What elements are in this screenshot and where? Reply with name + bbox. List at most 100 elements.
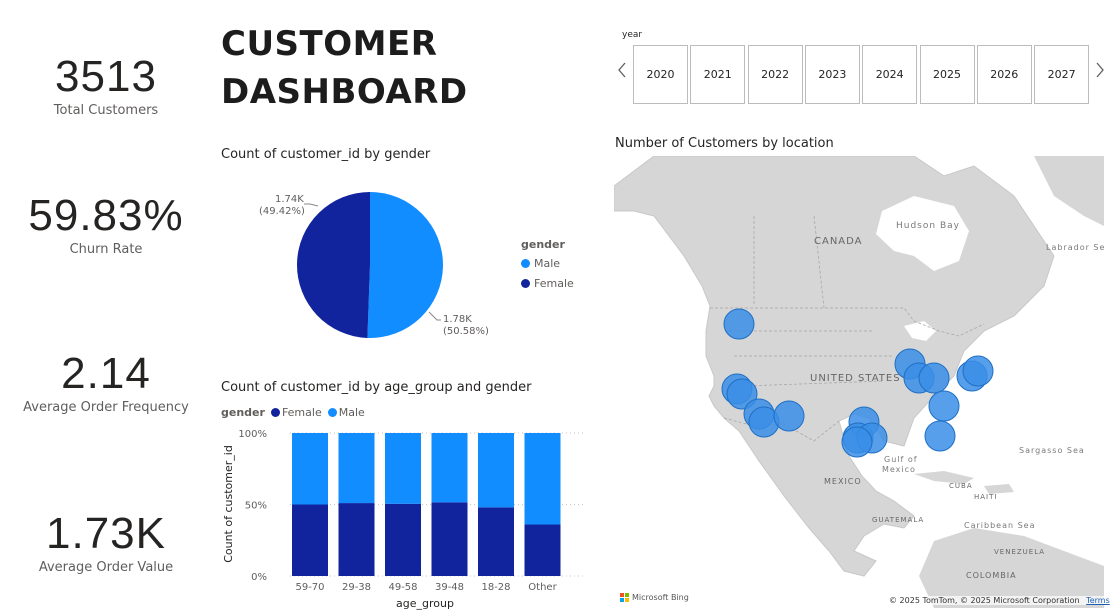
map-label-mexico: MEXICO	[824, 477, 862, 486]
legend-label-male[interactable]: Male	[339, 406, 365, 419]
bar-female-39-48[interactable]	[431, 502, 468, 576]
kpi-churn-rate: 59.83% Churn Rate	[0, 191, 212, 258]
location-bubble[interactable]	[841, 426, 873, 458]
map-label-labrador-sea: Labrador Sea	[1046, 243, 1104, 252]
kpi-average-order-value: 1.73K Average Order Value	[0, 509, 212, 576]
x-tick-label: 59-70	[295, 582, 324, 593]
bar-male-29-38[interactable]	[338, 433, 375, 504]
bar-male-18-28[interactable]	[478, 433, 514, 508]
pie-label-female-pct: (49.42%)	[259, 206, 305, 217]
map-label-colombia: COLOMBIA	[966, 571, 1017, 580]
kpi-value: 2.14	[61, 349, 151, 398]
x-tick-label: 18-28	[481, 582, 510, 593]
y-tick-label: 50%	[245, 501, 267, 512]
map-label-venezuela: VENEZUELA	[994, 548, 1045, 556]
page-title-line1: CUSTOMER	[221, 24, 438, 64]
customer-location-map[interactable]: Hudson Bay CANADA Labrador Sea UNITED ST…	[614, 156, 1104, 608]
y-tick-label: 0%	[251, 572, 267, 583]
map-attribution: © 2025 TomTom, © 2025 Microsoft Corporat…	[889, 596, 1110, 605]
kpi-label: Average Order Frequency	[23, 400, 189, 415]
year-tile-2024[interactable]: 2024	[862, 45, 918, 104]
location-bubble[interactable]	[928, 390, 960, 422]
female-dot-icon	[521, 279, 530, 288]
pie-slice-male[interactable]	[367, 192, 443, 338]
year-tile-2026[interactable]: 2026	[976, 45, 1032, 104]
location-bubble[interactable]	[918, 362, 950, 394]
y-tick-label: 100%	[238, 429, 267, 440]
year-tile-2022[interactable]: 2022	[747, 45, 803, 104]
pie-legend: gender Male Female	[521, 238, 574, 290]
map-label-haiti: HAITI	[974, 493, 997, 501]
map-label-cuba: CUBA	[949, 482, 973, 490]
x-axis-label: age_group	[396, 597, 454, 610]
year-slicer-label: year	[622, 30, 643, 40]
map-label-guatemala: GUATEMALA	[872, 516, 924, 524]
map-label-caribbean-sea: Caribbean Sea	[964, 521, 1036, 530]
kpi-label: Average Order Value	[38, 560, 174, 575]
kpi-value: 59.83%	[28, 191, 184, 240]
pie-leader-line	[428, 311, 441, 321]
map-label-hudson-bay: Hudson Bay	[896, 221, 960, 231]
bar-male-59-70[interactable]	[292, 433, 328, 505]
pie-slice-female[interactable]	[296, 192, 370, 338]
female-dot-icon	[270, 408, 280, 417]
pie-label-male-pct: (50.58%)	[443, 326, 489, 337]
bar-male-49-58[interactable]	[385, 433, 421, 504]
legend-item-female[interactable]: Female	[521, 277, 574, 290]
year-tile-2023[interactable]: 2023	[804, 45, 860, 104]
map-label-gulf-line2: Mexico	[882, 465, 916, 474]
map-title: Number of Customers by location	[615, 136, 834, 151]
kpi-total-customers: 3513 Total Customers	[0, 52, 212, 119]
legend-item-male[interactable]: Male	[521, 257, 574, 270]
age-group-bar-chart: 0% 50% 100% 59-70 29-38 49-58 39-48 18-28 Other a…	[222, 429, 583, 610]
x-tick-label: 29-38	[342, 582, 371, 593]
bar-female-59-70[interactable]	[292, 504, 328, 577]
terms-link[interactable]: Terms	[1086, 596, 1110, 605]
kpi-label: Churn Rate	[69, 242, 143, 257]
bar-female-29-38[interactable]	[338, 503, 375, 576]
legend-label: Male	[534, 257, 561, 270]
kpi-average-order-frequency: 2.14 Average Order Frequency	[0, 349, 212, 416]
year-tile-2020[interactable]: 2020	[633, 45, 688, 104]
map-label-sargasso-sea: Sargasso Sea	[1019, 446, 1085, 455]
bar-female-49-58[interactable]	[385, 503, 421, 576]
bar-legend-title: gender	[221, 406, 265, 419]
page-title: CUSTOMER DASHBOARD	[221, 20, 468, 116]
bar-female-18-28[interactable]	[478, 507, 514, 576]
page-title-line2: DASHBOARD	[221, 72, 468, 112]
kpi-value: 3513	[55, 52, 157, 101]
male-dot-icon	[327, 408, 337, 417]
year-tile-2027[interactable]: 2027	[1034, 45, 1090, 104]
bing-logo-text: Microsoft Bing	[632, 593, 689, 602]
location-bubble[interactable]	[723, 308, 755, 340]
map-label-united-states: UNITED STATES	[810, 373, 901, 384]
bar-chart-title: Count of customer_id by age_group and ge…	[221, 380, 532, 395]
location-bubble[interactable]	[962, 355, 994, 387]
map-label-canada: CANADA	[814, 236, 863, 247]
bar-male-39-48[interactable]	[431, 433, 468, 503]
bar-legend: gender Female Male	[221, 406, 365, 419]
y-axis-label: Count of customer_id	[222, 445, 235, 563]
attribution-text: © 2025 TomTom, © 2025 Microsoft Corporat…	[889, 596, 1080, 605]
chevron-right-icon[interactable]	[1092, 60, 1108, 88]
location-bubble[interactable]	[924, 420, 956, 452]
bar-female-Other[interactable]	[524, 524, 561, 576]
year-tile-2021[interactable]: 2021	[690, 45, 746, 104]
x-tick-label: Other	[528, 582, 557, 593]
legend-label: Female	[534, 277, 574, 290]
year-tile-2025[interactable]: 2025	[919, 45, 975, 104]
location-bubble[interactable]	[773, 400, 805, 432]
legend-label-female[interactable]: Female	[282, 406, 322, 419]
bar-male-Other[interactable]	[524, 433, 561, 525]
pie-leader-line	[304, 203, 319, 207]
pie-chart-title: Count of customer_id by gender	[221, 147, 431, 162]
pie-legend-title: gender	[521, 238, 565, 251]
pie-label-female-value: 1.74K	[275, 194, 304, 205]
kpi-value: 1.73K	[46, 509, 166, 558]
chevron-left-icon[interactable]	[614, 60, 630, 88]
map-label-gulf-line1: Gulf of	[884, 455, 918, 464]
kpi-label: Total Customers	[53, 103, 159, 118]
x-tick-label: 49-58	[388, 582, 417, 593]
pie-label-male-value: 1.78K	[443, 314, 472, 325]
x-tick-label: 39-48	[435, 582, 464, 593]
